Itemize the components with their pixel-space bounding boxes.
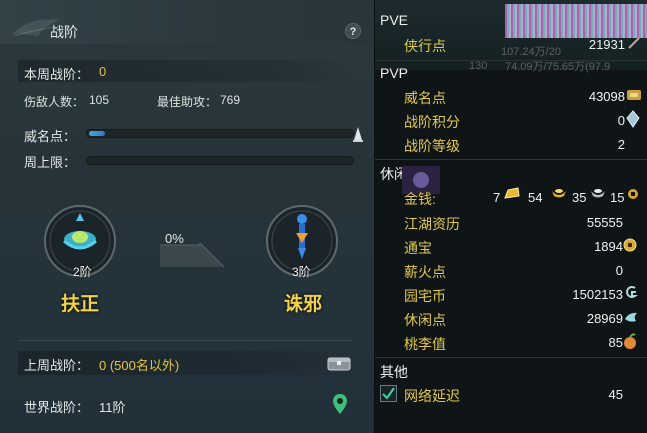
money-silver: 35 — [572, 190, 587, 205]
chivalry-point-icon — [628, 37, 640, 49]
world-rank-label: 世界战阶： — [24, 400, 90, 415]
weekly-rank-value: 0 — [99, 64, 107, 79]
stat-value: 2 — [617, 137, 625, 152]
help-button[interactable]: ? — [345, 23, 361, 39]
kills-label: 伤敌人数： — [24, 95, 85, 109]
section-pvp-title: PVP — [380, 65, 409, 81]
stat-label: 战阶积分 — [404, 114, 460, 130]
stat-value: 1502153 — [572, 287, 623, 302]
peach-icon — [624, 333, 636, 349]
cap-marker-icon — [353, 127, 363, 142]
stat-label: 战阶等级 — [404, 138, 460, 154]
prestige-progress-bar — [86, 129, 354, 138]
assist-value: 769 — [220, 93, 241, 107]
assist-label: 最佳助攻： — [157, 95, 218, 109]
section-other-title: 其他 — [380, 364, 408, 380]
rank-right-name: 诛邪 — [284, 294, 323, 315]
stat-value: 85 — [608, 335, 623, 350]
stat-value: 0 — [617, 113, 625, 128]
homestead-coin-icon — [626, 286, 638, 298]
treasure-chest-icon[interactable] — [327, 355, 351, 371]
section-pve-title: PVE — [380, 12, 409, 28]
money-gold: 54 — [528, 190, 543, 205]
latency-checkbox[interactable] — [380, 385, 397, 402]
stat-value: 21931 — [588, 37, 625, 52]
rank-right-level: 3阶 — [292, 265, 311, 279]
rank-left-level: 2阶 — [73, 265, 92, 279]
stat-label: 园宅币 — [404, 288, 446, 304]
money-gold-bar: 7 — [493, 190, 501, 205]
character-stats-panel: 107.24万/20 130 74.09万/75.65万(97.9 PVE 侠行… — [375, 0, 647, 433]
money-label: 金钱: — [404, 191, 436, 207]
panel-title: 战阶 — [50, 24, 78, 40]
buff-icons-strip-icon — [505, 4, 647, 38]
divider — [18, 340, 352, 341]
stat-value: 55555 — [586, 215, 623, 230]
weekly-cap-bar — [86, 156, 354, 165]
prestige-progress-fill — [89, 131, 105, 136]
last-week-value: 0 (500名以外) — [99, 358, 180, 373]
battle-rank-panel: 战阶 ? 本周战阶： 0 伤敌人数： 105 最佳助攻： 769 威名点： 周上… — [0, 0, 375, 433]
rank-left-name: 扶正 — [61, 294, 100, 315]
stat-value: 45 — [608, 387, 623, 402]
tongbao-coin-icon — [623, 238, 637, 252]
prestige-point-icon — [627, 90, 641, 100]
background-value-1: 107.24万/20 — [501, 46, 561, 58]
world-rank-value: 11阶 — [99, 400, 126, 415]
gold-yuanbao-icon — [552, 189, 566, 198]
stat-label: 薪火点 — [404, 264, 446, 280]
copper-coin-icon — [628, 189, 638, 199]
stat-label: 威名点 — [404, 90, 446, 106]
rank-score-icon — [626, 110, 640, 128]
stat-label: 桃李值 — [404, 336, 446, 352]
stat-label: 网络延迟 — [404, 388, 460, 404]
section-divider — [375, 60, 647, 61]
stat-label: 江湖资历 — [404, 216, 460, 232]
stat-label: 侠行点 — [404, 38, 446, 54]
last-week-label: 上周战阶： — [24, 358, 90, 373]
stat-value: 1894 — [594, 239, 623, 254]
location-pin-icon[interactable] — [332, 393, 348, 415]
stat-label: 休闲点 — [404, 312, 446, 328]
background-value-2: 130 — [469, 60, 488, 72]
stat-label: 通宝 — [404, 240, 432, 256]
stat-value: 0 — [615, 263, 623, 278]
weekly-rank-label: 本周战阶： — [24, 67, 90, 82]
stat-value: 28969 — [586, 311, 623, 326]
section-divider — [375, 159, 647, 160]
kills-value: 105 — [89, 93, 110, 107]
weekly-cap-label: 周上限： — [24, 155, 77, 170]
money-copper: 15 — [610, 190, 625, 205]
gold-ingot-icon — [504, 187, 520, 199]
leisure-point-icon — [625, 312, 637, 322]
panel-header: 战阶 ? — [0, 0, 374, 44]
rank-progress-arrow-icon — [160, 243, 225, 268]
prestige-label: 威名点： — [24, 129, 77, 144]
section-divider — [375, 357, 647, 358]
silver-yuanbao-icon — [591, 189, 605, 198]
stat-value: 43098 — [588, 89, 625, 104]
